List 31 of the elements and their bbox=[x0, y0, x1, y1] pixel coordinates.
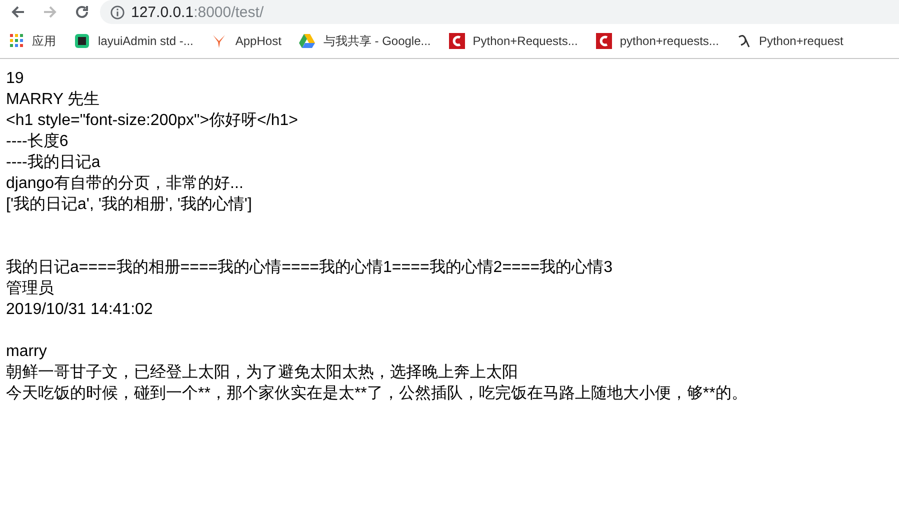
address-field[interactable]: 127.0.0.1:8000/test/ bbox=[100, 0, 899, 24]
text-line: 朝鲜一哥甘子文，已经登上太阳，为了避免太阳太热，选择晚上奔上太阳 bbox=[6, 362, 519, 383]
triangle-logo-icon bbox=[299, 34, 316, 48]
bookmark-link[interactable]: python+requests... bbox=[596, 33, 719, 49]
app-icon bbox=[74, 33, 90, 49]
c-logo-icon bbox=[448, 33, 465, 49]
text-line: 我的日记a====我的相册====我的心情====我的心情1====我的心情2====我的心情3 bbox=[6, 258, 614, 278]
text-line: ----我的日记a bbox=[6, 152, 102, 173]
text-line: ['我的日记a', '我的相册', '我的心情'] bbox=[6, 194, 253, 215]
bookmark-link[interactable]: AppHost bbox=[211, 33, 282, 49]
text-line: MARRY 先生 bbox=[6, 90, 101, 110]
info-icon bbox=[110, 4, 125, 20]
text-line: django有自带的分页，非常的好... bbox=[6, 174, 244, 194]
text-line: marry bbox=[6, 342, 48, 362]
text-line: 今天吃饭的时候，碰到一个**，那个家伙实在是太**了，公然插队，吃完饭在马路上随地大小便，够**的。 bbox=[6, 384, 748, 404]
script-glyph-icon bbox=[736, 33, 751, 49]
bookmark-link[interactable]: Python+Requests... bbox=[448, 33, 578, 49]
reload-icon bbox=[74, 4, 90, 20]
text-line: 管理员 bbox=[6, 279, 55, 299]
back-arrow-icon bbox=[10, 4, 26, 20]
apps-grid-icon bbox=[10, 34, 24, 48]
forward-arrow-icon bbox=[42, 4, 58, 20]
text-line: 19 bbox=[6, 69, 25, 89]
bookmark-link[interactable]: 与我共享 - Google... bbox=[299, 32, 431, 50]
c-logo-icon bbox=[596, 33, 612, 49]
text-line: <h1 style="font-size:200px">你好呀</h1> bbox=[6, 111, 299, 131]
text-line: ----长度6 bbox=[6, 132, 70, 152]
bookmark-link[interactable]: layuiAdmin std -... bbox=[74, 33, 194, 49]
bookmark-link[interactable]: Python+request bbox=[736, 33, 844, 49]
bookmark-link[interactable]: 应用 bbox=[10, 32, 56, 50]
text-line: 2019/10/31 14:41:02 bbox=[6, 300, 154, 320]
